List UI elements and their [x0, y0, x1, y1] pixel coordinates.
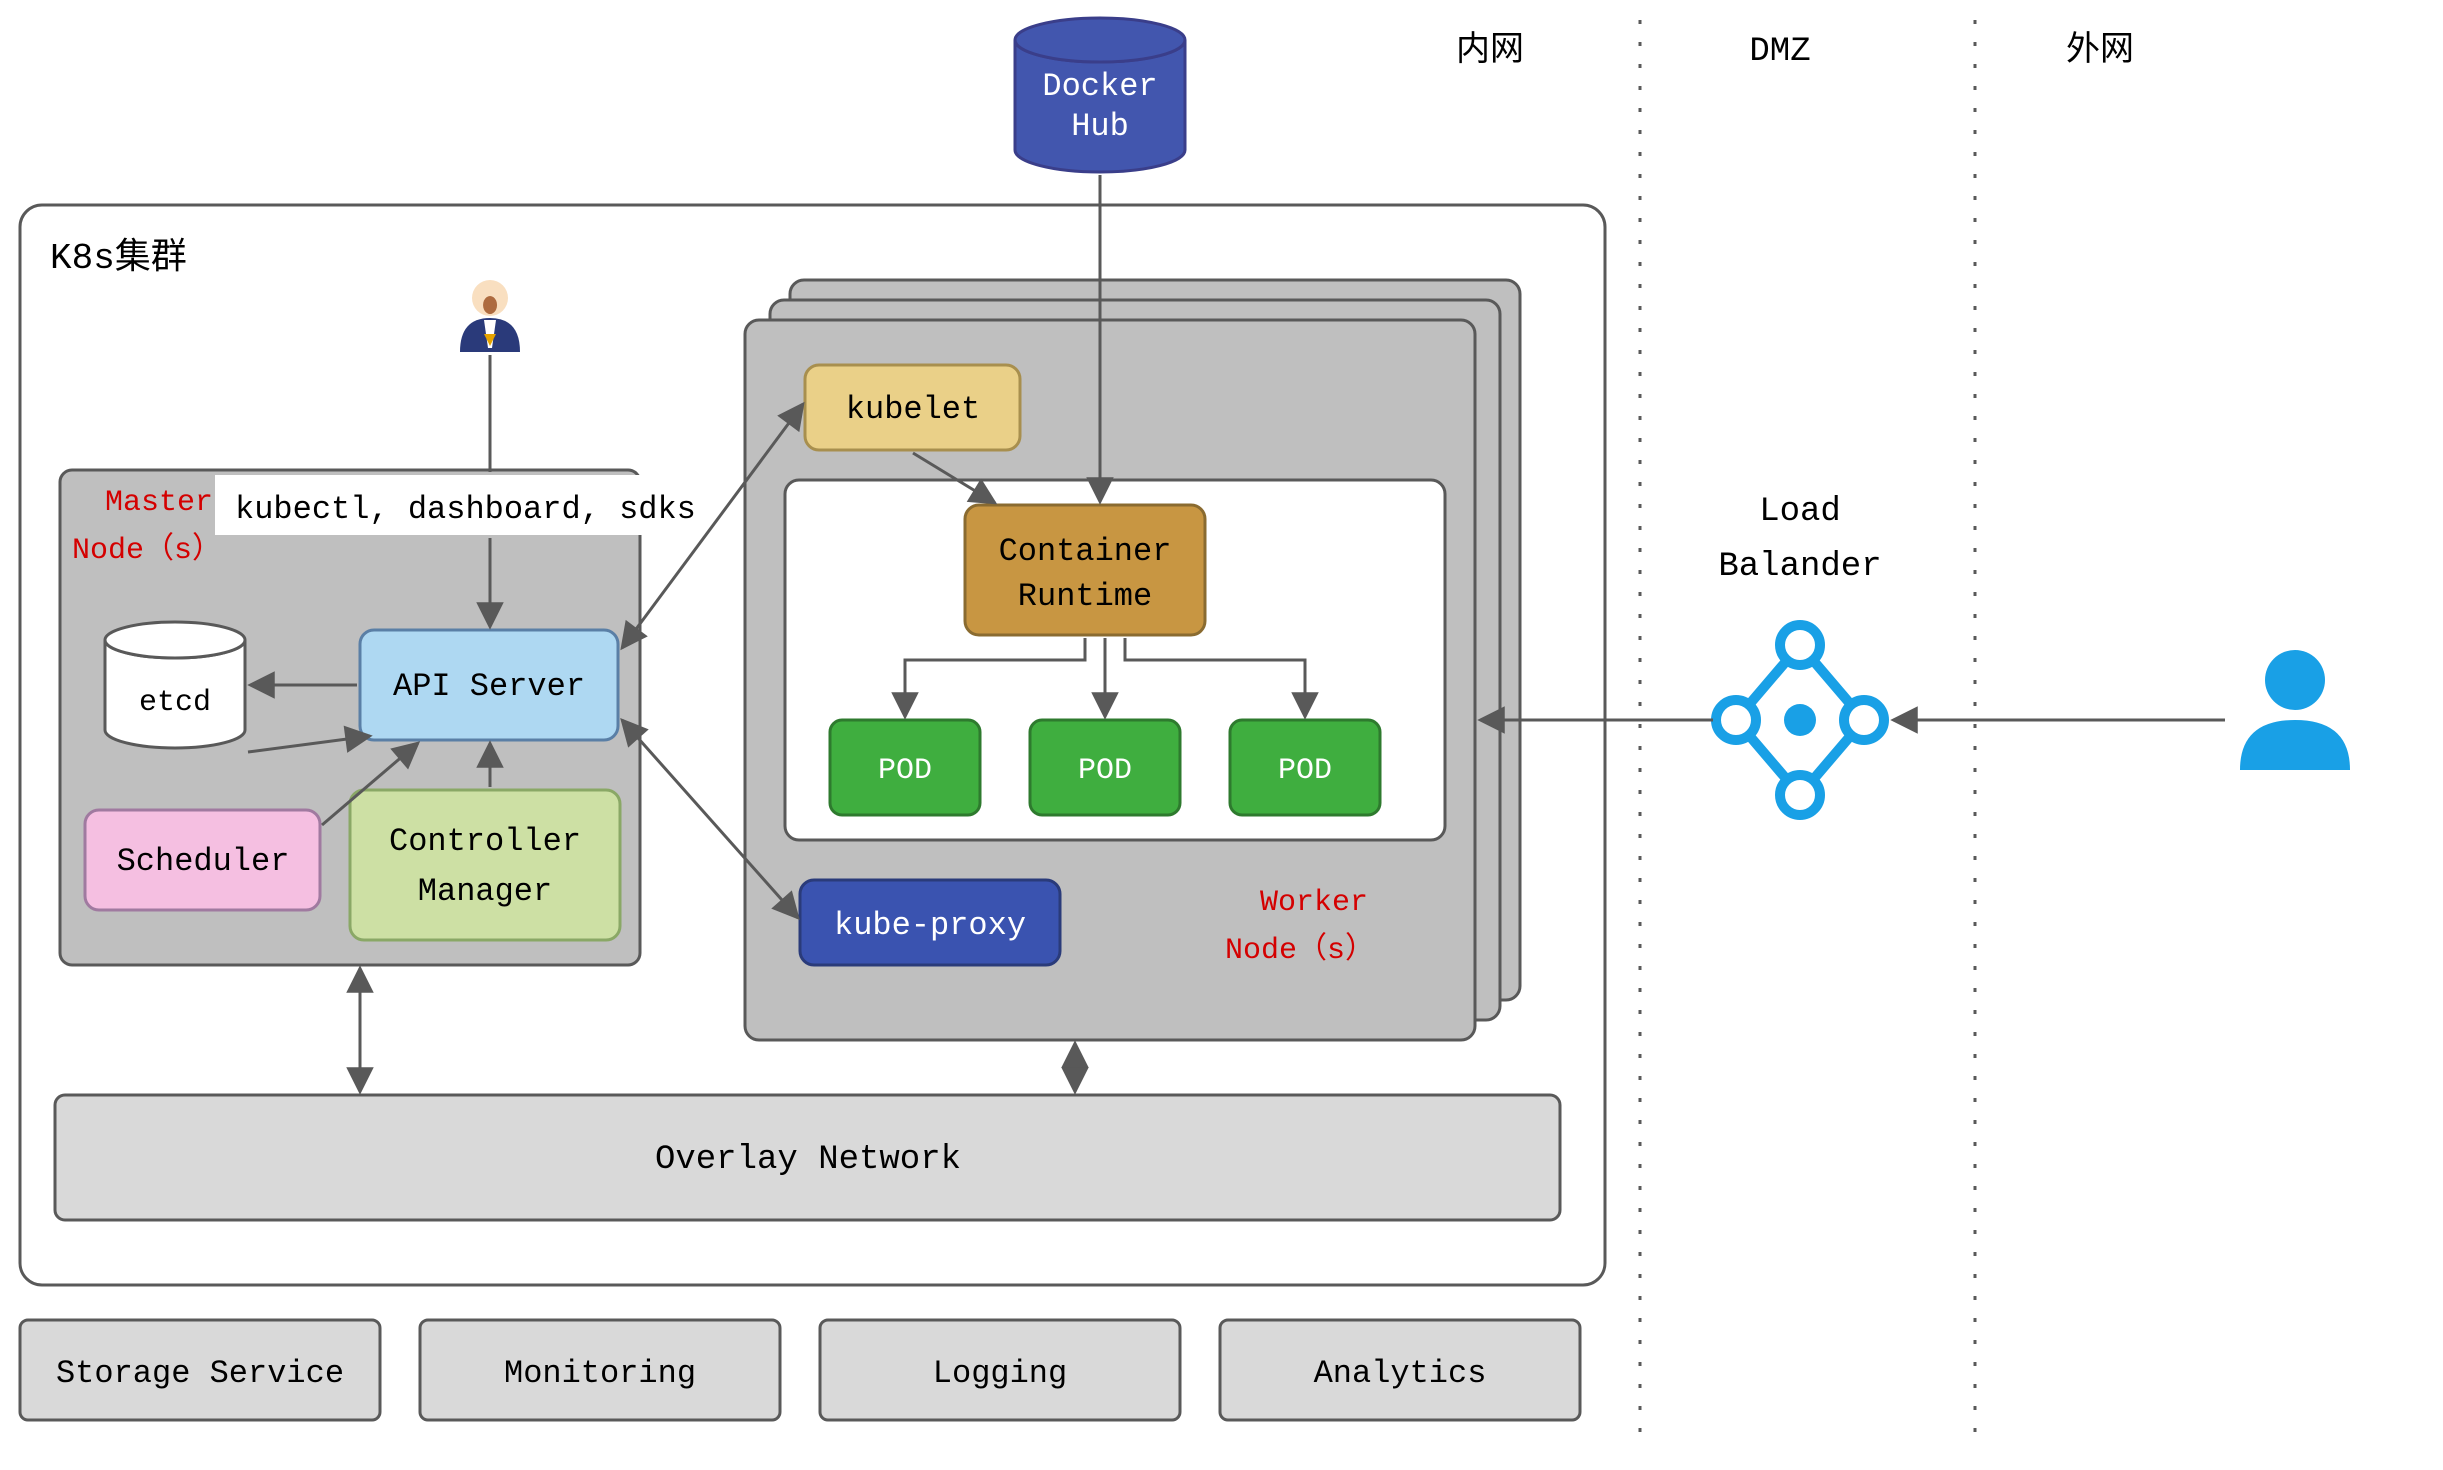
admin-user-icon — [460, 280, 520, 352]
svg-text:Logging: Logging — [933, 1355, 1067, 1392]
kubectl-label: kubectl, dashboard, sdks — [235, 491, 696, 528]
svg-text:Analytics: Analytics — [1314, 1355, 1487, 1392]
service-box: Storage Service — [20, 1320, 380, 1420]
container-runtime-label: Container — [999, 533, 1172, 570]
overlay-network-label: Overlay Network — [655, 1141, 961, 1179]
svg-text:POD: POD — [1078, 754, 1132, 788]
etcd-node: etcd — [105, 622, 245, 748]
worker-node-label: Node（s） — [1225, 932, 1375, 968]
service-box: Monitoring — [420, 1320, 780, 1420]
master-node-label: Master — [105, 486, 213, 520]
master-node-label: Node（s） — [72, 532, 222, 568]
zone-label-internet: 外网 — [2066, 30, 2134, 71]
scheduler-label: Scheduler — [117, 843, 290, 880]
cluster-title: K8s集群 — [50, 236, 187, 279]
svg-text:Monitoring: Monitoring — [504, 1355, 696, 1392]
end-user-icon — [2240, 650, 2350, 770]
svg-text:Storage Service: Storage Service — [56, 1355, 344, 1392]
load-balancer-label: Load — [1759, 493, 1841, 531]
load-balancer-label: Balander — [1718, 548, 1881, 586]
api-server-label: API Server — [393, 668, 585, 705]
load-balancer-icon — [1716, 625, 1884, 815]
k8s-architecture-diagram: 内网 DMZ 外网 Docker Hub K8s集群 Master Node（s… — [0, 0, 2443, 1470]
kube-proxy-label: kube-proxy — [834, 907, 1026, 944]
pod-box: POD — [830, 720, 980, 815]
docker-hub-node: Docker Hub — [1015, 18, 1185, 172]
controller-manager-label: Manager — [418, 873, 552, 910]
service-box: Analytics — [1220, 1320, 1580, 1420]
kubelet-label: kubelet — [846, 391, 980, 428]
svg-text:POD: POD — [878, 754, 932, 788]
pod-box: POD — [1230, 720, 1380, 815]
svg-text:Docker: Docker — [1042, 68, 1157, 105]
worker-node-label: Worker — [1260, 886, 1368, 920]
service-box: Logging — [820, 1320, 1180, 1420]
svg-text:etcd: etcd — [139, 686, 211, 720]
zone-label-dmz: DMZ — [1749, 33, 1810, 71]
svg-text:POD: POD — [1278, 754, 1332, 788]
controller-manager-box — [350, 790, 620, 940]
pod-box: POD — [1030, 720, 1180, 815]
controller-manager-label: Controller — [389, 823, 581, 860]
container-runtime-box — [965, 505, 1205, 635]
container-runtime-label: Runtime — [1018, 578, 1152, 615]
svg-text:Hub: Hub — [1071, 108, 1129, 145]
zone-label-intranet: 内网 — [1456, 30, 1524, 71]
